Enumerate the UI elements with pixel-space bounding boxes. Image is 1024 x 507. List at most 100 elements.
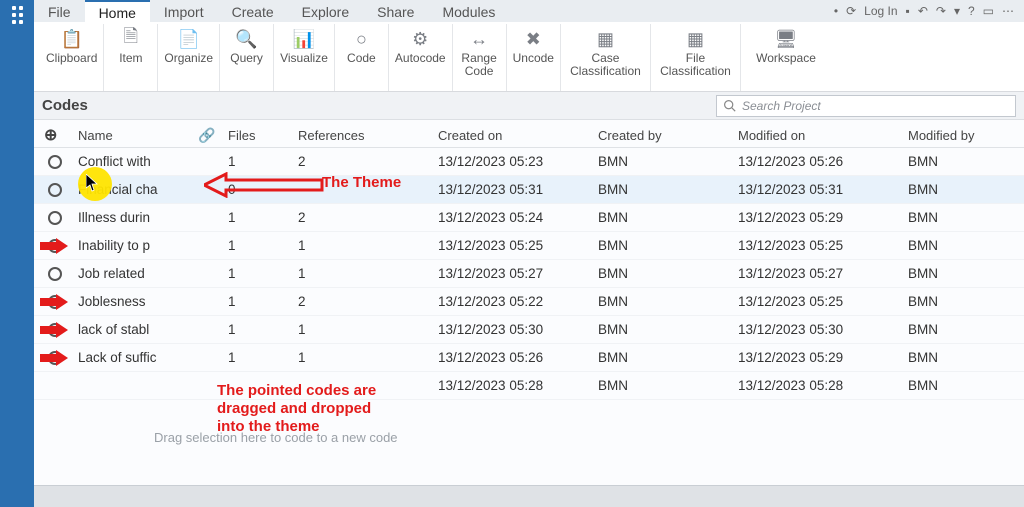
- menu-import[interactable]: Import: [150, 0, 218, 22]
- menu-modules[interactable]: Modules: [428, 0, 509, 22]
- undo-icon[interactable]: ↶: [918, 4, 928, 18]
- table-row[interactable]: lack of stabl1113/12/2023 05:30BMN13/12/…: [34, 316, 1024, 344]
- cell-files: 1: [224, 294, 294, 309]
- ribbon-file-classification[interactable]: ▦File Classification: [651, 24, 741, 91]
- ribbon-code[interactable]: ○Code: [335, 24, 389, 91]
- cell-modified-on: 13/12/2023 05:25: [734, 238, 904, 253]
- query-icon: 🔍: [235, 28, 257, 50]
- table-row[interactable]: Conflict with1213/12/2023 05:23BMN13/12/…: [34, 148, 1024, 176]
- cell-modified-on: 13/12/2023 05:28: [734, 378, 904, 393]
- table-row[interactable]: Inability to p1113/12/2023 05:25BMN13/12…: [34, 232, 1024, 260]
- cell-created-by: BMN: [594, 210, 734, 225]
- content-panel: Codes Search Project ⊕ Name 🔗 Files Refe…: [34, 92, 1024, 485]
- menu-share[interactable]: Share: [363, 0, 428, 22]
- ribbon-query[interactable]: 🔍 Query: [220, 24, 274, 91]
- save-icon[interactable]: ▪: [906, 4, 910, 18]
- menu-create[interactable]: Create: [218, 0, 288, 22]
- ribbon-label: Code: [347, 52, 376, 65]
- cell-refs: 2: [294, 154, 434, 169]
- ribbon-item[interactable]: 🗎Item: [104, 24, 158, 91]
- code-node-icon[interactable]: [48, 239, 62, 253]
- cell-modified-on: 13/12/2023 05:26: [734, 154, 904, 169]
- window-icon[interactable]: ▭: [983, 4, 994, 18]
- col-link-icon[interactable]: 🔗: [194, 127, 224, 144]
- code-node-icon[interactable]: [48, 211, 62, 225]
- ribbon-workspace[interactable]: 🖥Workspace: [741, 24, 831, 91]
- col-files[interactable]: Files: [224, 128, 294, 143]
- ribbon-autocode[interactable]: ⚙Autocode: [389, 24, 453, 91]
- code-node-icon[interactable]: [48, 323, 62, 337]
- ribbon-label: Range Code: [461, 52, 496, 78]
- cell-modified-by: BMN: [904, 154, 1024, 169]
- col-modified-on[interactable]: Modified on: [734, 128, 904, 143]
- workspace-icon: 🖥: [775, 28, 798, 50]
- menu-explore[interactable]: Explore: [288, 0, 363, 22]
- col-name[interactable]: Name: [74, 128, 194, 143]
- cell-modified-by: BMN: [904, 210, 1024, 225]
- ribbon-range-code[interactable]: ↔Range Code: [453, 24, 507, 91]
- cell-files: 1: [224, 154, 294, 169]
- table-row[interactable]: Lack of suffic1113/12/2023 05:26BMN13/12…: [34, 344, 1024, 372]
- ribbon-uncode[interactable]: ✖Uncode: [507, 24, 561, 91]
- more-icon[interactable]: ⋯: [1002, 4, 1014, 18]
- col-refs[interactable]: References: [294, 128, 434, 143]
- organize-icon: 📄: [178, 28, 200, 50]
- cell-name: Job related: [74, 266, 194, 281]
- clipboard-icon: 📋: [60, 28, 82, 50]
- login-link[interactable]: Log In: [864, 4, 897, 18]
- ribbon-clipboard[interactable]: 📋Clipboard: [40, 24, 104, 91]
- cell-modified-on: 13/12/2023 05:30: [734, 322, 904, 337]
- cell-name: Lack of suffic: [74, 350, 194, 365]
- cell-created-on: 13/12/2023 05:31: [434, 182, 594, 197]
- cell-created-on: 13/12/2023 05:25: [434, 238, 594, 253]
- table-row[interactable]: Financial cha013/12/2023 05:31BMN13/12/2…: [34, 176, 1024, 204]
- cell-created-by: BMN: [594, 266, 734, 281]
- ribbon-case-classification[interactable]: ▦Case Classification: [561, 24, 651, 91]
- table-row[interactable]: Joblesness1213/12/2023 05:22BMN13/12/202…: [34, 288, 1024, 316]
- menu-file[interactable]: File: [34, 0, 85, 22]
- table-row[interactable]: Job related1113/12/2023 05:27BMN13/12/20…: [34, 260, 1024, 288]
- drop-icon[interactable]: ▾: [954, 4, 960, 18]
- cell-created-by: BMN: [594, 154, 734, 169]
- code-node-icon[interactable]: [48, 155, 62, 169]
- cell-files: 0: [224, 182, 294, 197]
- menu-home[interactable]: Home: [85, 0, 150, 22]
- cell-modified-on: 13/12/2023 05:29: [734, 210, 904, 225]
- table-row[interactable]: 13/12/2023 05:28BMN13/12/2023 05:28BMN: [34, 372, 1024, 400]
- help-icon[interactable]: ?: [968, 4, 975, 18]
- col-modified-by[interactable]: Modified by: [904, 128, 1024, 143]
- code-node-icon[interactable]: [48, 295, 62, 309]
- main-area: FileHomeImportCreateExploreShareModules •…: [34, 0, 1024, 507]
- cell-refs: 1: [294, 322, 434, 337]
- table-header: ⊕ Name 🔗 Files References Created on Cre…: [34, 120, 1024, 148]
- search-icon: [723, 99, 736, 112]
- autocode-icon: ⚙: [412, 28, 428, 50]
- code-node-icon[interactable]: [48, 351, 62, 365]
- col-created-by[interactable]: Created by: [594, 128, 734, 143]
- panel-header: Codes Search Project: [34, 92, 1024, 120]
- cell-created-on: 13/12/2023 05:24: [434, 210, 594, 225]
- code-node-icon[interactable]: [48, 183, 62, 197]
- search-box[interactable]: Search Project: [716, 95, 1016, 117]
- ribbon-label: File Classification: [660, 52, 731, 78]
- cell-created-by: BMN: [594, 294, 734, 309]
- cell-created-by: BMN: [594, 350, 734, 365]
- add-code-button[interactable]: ⊕: [34, 125, 74, 145]
- visualize-icon: 📊: [293, 28, 315, 50]
- cloud-icon[interactable]: •: [834, 4, 838, 18]
- col-created-on[interactable]: Created on: [434, 128, 594, 143]
- redo-icon[interactable]: ↷: [936, 4, 946, 18]
- search-placeholder: Search Project: [742, 99, 821, 113]
- cell-name: Inability to p: [74, 238, 194, 253]
- ribbon-visualize[interactable]: 📊Visualize: [274, 24, 335, 91]
- sync-icon[interactable]: ⟳: [846, 4, 856, 18]
- code-node-icon[interactable]: [48, 267, 62, 281]
- item-icon: 🗎: [124, 28, 138, 50]
- table-row[interactable]: Illness durin1213/12/2023 05:24BMN13/12/…: [34, 204, 1024, 232]
- ribbon-label: Query: [230, 52, 263, 65]
- ribbon-organize[interactable]: 📄Organize: [158, 24, 220, 91]
- cell-name: lack of stabl: [74, 322, 194, 337]
- cell-name: Conflict with: [74, 154, 194, 169]
- cell-name: Illness durin: [74, 210, 194, 225]
- cell-modified-by: BMN: [904, 350, 1024, 365]
